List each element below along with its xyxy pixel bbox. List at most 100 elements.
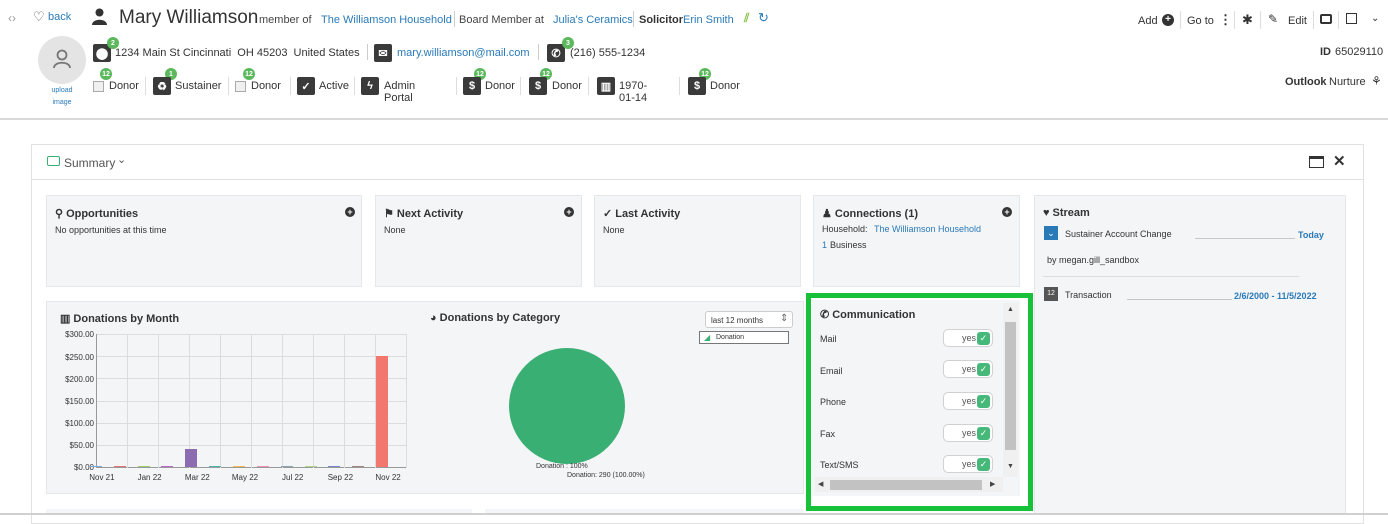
- avatar-person-icon: [53, 49, 71, 69]
- connections-business-count[interactable]: 1: [822, 240, 827, 250]
- tag-label: Donor: [251, 80, 281, 92]
- bar-dec-21[interactable]: [113, 466, 126, 467]
- opportunities-text: No opportunities at this time: [55, 225, 167, 235]
- stream-item-date: Today: [1298, 230, 1324, 240]
- tag-label: 1970-01-14: [619, 80, 648, 104]
- stream-item-line: [1127, 299, 1232, 300]
- goto-label[interactable]: Go to: [1187, 15, 1214, 27]
- edit-icon[interactable]: ✎: [1268, 12, 1278, 26]
- donations-category-header: ◕ Donations by Category: [430, 312, 560, 324]
- divider: [454, 11, 455, 27]
- comm-label: Phone: [820, 397, 847, 407]
- pie-legend[interactable]: ◢ Donation: [699, 331, 789, 344]
- household-link[interactable]: The Williamson Household: [321, 14, 452, 26]
- edit-label[interactable]: Edit: [1288, 15, 1307, 27]
- scroll-thumb[interactable]: [830, 480, 982, 490]
- avatar[interactable]: [38, 36, 86, 84]
- divider: [538, 44, 539, 60]
- stream-item-date: 2/6/2000 - 11/5/2022: [1234, 291, 1317, 301]
- bar-aug-22[interactable]: [304, 466, 317, 467]
- x-tick-label: Nov 21: [89, 473, 115, 482]
- comm-toggle-sms[interactable]: yes ✓: [943, 455, 993, 473]
- add-label[interactable]: Add: [1138, 15, 1158, 27]
- summary-title[interactable]: Summary: [64, 156, 115, 170]
- bar-may-22[interactable]: [233, 466, 245, 467]
- next-activity-panel: ⚑ Next Activity None +: [375, 195, 582, 287]
- connections-panel: ♟ Connections (1) Household: The Williams…: [813, 195, 1020, 287]
- nav-arrows-icon[interactable]: ‹›: [8, 11, 16, 25]
- range-select[interactable]: last 12 months ⇕: [705, 311, 793, 328]
- divider: [145, 77, 146, 95]
- divider: [633, 11, 634, 27]
- scroll-left-icon[interactable]: ◀: [818, 480, 823, 488]
- broken-image-icon: [235, 81, 246, 92]
- divider: [228, 77, 229, 95]
- category-title: Donations by Category: [439, 312, 561, 324]
- grass-icon[interactable]: ⫽: [744, 11, 749, 26]
- maximize-icon[interactable]: [1309, 156, 1324, 168]
- comm-toggle-email[interactable]: yes ✓: [943, 360, 993, 378]
- y-tick-label: $250.00: [65, 353, 94, 362]
- email-link[interactable]: mary.williamson@mail.com: [397, 47, 530, 59]
- bar-jun-22[interactable]: [256, 466, 269, 467]
- add-connection-button[interactable]: +: [1002, 207, 1012, 217]
- bar-nov-21[interactable]: [89, 466, 102, 467]
- add-opportunity-button[interactable]: +: [345, 207, 355, 217]
- solicitor-link[interactable]: Erin Smith: [683, 14, 734, 26]
- bar-sep-22[interactable]: [328, 466, 341, 467]
- pie-slice-donation[interactable]: [509, 348, 625, 464]
- copy-icon[interactable]: [1346, 13, 1357, 24]
- add-activity-button[interactable]: +: [564, 207, 574, 217]
- org-link[interactable]: Julia's Ceramics: [553, 14, 633, 26]
- broken-image-icon: [93, 81, 104, 92]
- chevron-down-icon[interactable]: ⌄: [117, 153, 126, 166]
- stream-item-title[interactable]: Sustainer Account Change: [1065, 229, 1172, 239]
- stream-expand-icon[interactable]: ⌄: [1044, 226, 1058, 240]
- bar-jan-22[interactable]: [137, 466, 150, 467]
- opportunities-title: Opportunities: [66, 207, 139, 220]
- outlook-value: Nurture: [1329, 76, 1366, 88]
- comm-value: yes: [962, 364, 977, 374]
- tag-badge: 12: [100, 68, 112, 80]
- last-activity-panel: ✓ Last Activity None: [594, 195, 801, 287]
- bar-mar-22[interactable]: [185, 449, 198, 467]
- opportunities-panel: ⚲ Opportunities No opportunities at this …: [46, 195, 362, 287]
- binoculars-icon: ⚲: [55, 208, 64, 220]
- stream-item-by: by megan.gill_sandbox: [1047, 255, 1140, 265]
- scroll-right-icon[interactable]: ▶: [990, 480, 995, 488]
- comm-value: yes: [962, 333, 977, 343]
- chevron-down-icon[interactable]: ⌄: [1371, 13, 1379, 24]
- scroll-up-icon[interactable]: ▲: [1007, 306, 1014, 313]
- bar-jul-22[interactable]: [280, 466, 293, 467]
- x-tick-label: Jul 22: [282, 473, 304, 482]
- close-icon[interactable]: ✕: [1333, 152, 1346, 170]
- gear-icon[interactable]: ✱: [1242, 12, 1253, 28]
- comm-toggle-mail[interactable]: yes ✓: [943, 329, 993, 347]
- comm-value: yes: [962, 396, 977, 406]
- stream-item-title[interactable]: Transaction: [1065, 290, 1112, 300]
- kebab-icon[interactable]: ⋮: [1219, 12, 1232, 28]
- back-link[interactable]: back: [48, 11, 71, 23]
- horizontal-scrollbar[interactable]: ◀ ▶: [815, 477, 1003, 492]
- bar-apr-22[interactable]: [209, 466, 222, 467]
- scroll-thumb[interactable]: [1005, 322, 1016, 450]
- connections-household-link[interactable]: The Williamson Household: [874, 224, 981, 234]
- comm-toggle-phone[interactable]: yes ✓: [943, 392, 993, 410]
- vertical-scrollbar[interactable]: ▲ ▼: [1003, 303, 1018, 477]
- print-icon[interactable]: [1320, 14, 1332, 24]
- phone-wave-icon: ✆: [820, 309, 830, 321]
- comm-label: Mail: [820, 334, 837, 344]
- comm-toggle-fax[interactable]: yes ✓: [943, 424, 993, 442]
- check-icon: ✓: [297, 77, 315, 95]
- add-user-icon: ♟: [822, 208, 832, 220]
- next-activity-header: ⚑ Next Activity: [384, 207, 463, 221]
- refresh-icon[interactable]: ↻: [758, 10, 769, 26]
- add-plus-icon[interactable]: +: [1162, 14, 1174, 26]
- upload-image-link[interactable]: upload image: [44, 85, 80, 109]
- divider: [679, 77, 680, 95]
- bar-nov-22[interactable]: [376, 356, 389, 467]
- bar-oct-22[interactable]: [352, 466, 365, 467]
- bar-feb-22[interactable]: [161, 466, 174, 467]
- scroll-down-icon[interactable]: ▼: [1007, 463, 1014, 470]
- heart-icon[interactable]: ♡: [33, 9, 45, 25]
